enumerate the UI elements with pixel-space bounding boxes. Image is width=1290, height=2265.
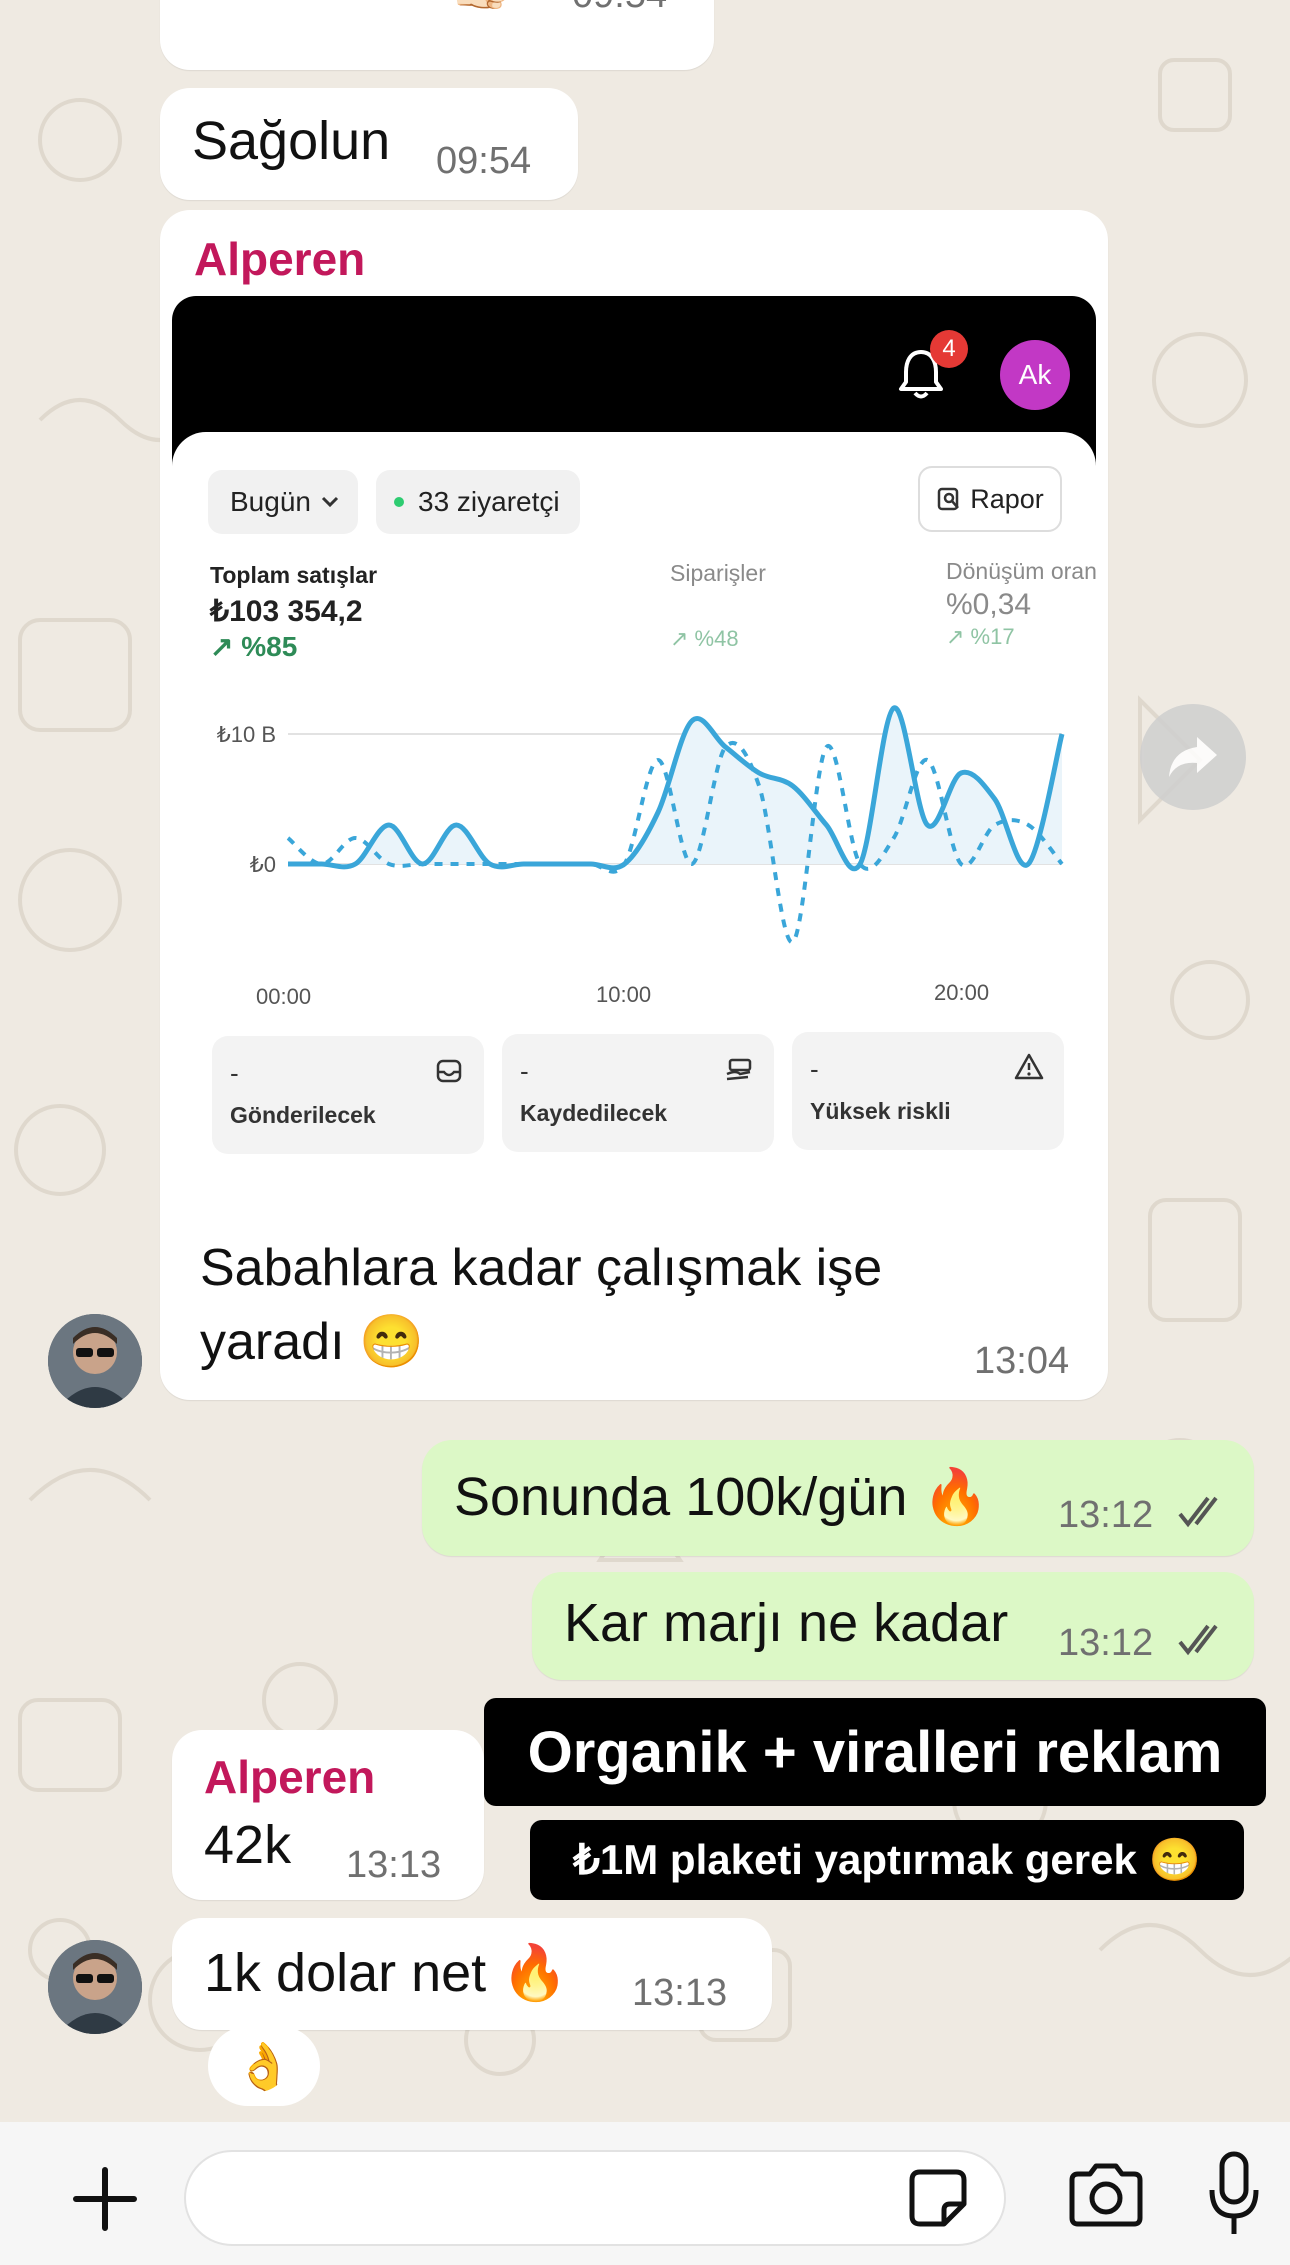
x-tick-label: 00:00 (256, 984, 312, 1009)
x-tick-label: 10:00 (596, 982, 652, 1007)
forward-button[interactable] (1140, 704, 1246, 810)
report-button[interactable]: Rapor (918, 466, 1062, 532)
dashboard-panel: Bugün 33 ziyaretçi Rapor Toplam satışlar… (172, 432, 1096, 1196)
message-time: 13:04 (974, 1340, 1070, 1382)
message-bubble[interactable]: Sağolun 09:54 (160, 88, 578, 200)
message-time: 09:54 (436, 140, 532, 182)
message-input[interactable] (184, 2150, 1006, 2246)
message-text: Sağolun (192, 111, 391, 171)
live-dot-icon (394, 497, 404, 507)
plus-icon[interactable] (70, 2164, 140, 2234)
message-bubble[interactable]: Tamamdır 👍🏻 09:54 (160, 0, 714, 70)
metric-delta: ↗ %17 (946, 624, 1015, 649)
inbox-icon (436, 1059, 462, 1083)
metric-label: Siparişler (670, 560, 766, 586)
sales-line-chart: ₺0 ₺10 B (217, 705, 1065, 945)
camera-icon[interactable] (1066, 2160, 1146, 2230)
metric-delta: ↗ %48 (670, 626, 739, 651)
shared-screenshot[interactable]: 4 Ak Bugün 33 ziyaretçi Rapor Toplam sat… (172, 296, 1096, 1196)
message-time: 09:54 (572, 0, 667, 14)
visitors-count: 33 ziyaretçi (418, 486, 560, 517)
date-filter-label: Bugün (230, 486, 311, 517)
card-value: - (810, 1054, 819, 1084)
read-receipt-icon (1178, 1624, 1218, 1656)
sender-name: Alperen (204, 1751, 376, 1803)
metric-value: ₺103 354,2 (210, 595, 363, 628)
card-label: Gönderilecek (230, 1102, 376, 1128)
story-text-overlay: Organik + viralleri reklam (484, 1698, 1266, 1806)
metric-label: Dönüşüm oranı (946, 558, 1096, 584)
visitors-pill[interactable]: 33 ziyaretçi (376, 470, 580, 534)
card-label: Kaydedilecek (520, 1100, 668, 1126)
reaction-badge[interactable]: 👌 (208, 2026, 320, 2106)
person-photo-icon (48, 1314, 142, 1408)
story-text-overlay: ₺1M plaketi yaptırmak gerek 😁 (530, 1820, 1244, 1900)
metric-delta: ↗ %85 (210, 631, 298, 662)
message-caption-line2: yaradı 😁 (200, 1313, 424, 1371)
warning-icon (1014, 1053, 1044, 1080)
message-text: Tamamdır 👍🏻 (192, 0, 514, 8)
microphone-icon[interactable] (1206, 2150, 1262, 2240)
message-caption-line1: Sabahlara kadar çalışmak işe (200, 1239, 883, 1297)
card-label: Yüksek riskli (810, 1098, 951, 1124)
metric-label: Toplam satışlar (210, 562, 378, 588)
hand-cash-icon (726, 1058, 752, 1081)
to-ship-card[interactable]: - Gönderilecek (212, 1036, 484, 1154)
message-time: 13:13 (632, 1972, 728, 2014)
message-text: 1k dolar net 🔥 (204, 1943, 569, 2003)
report-button-label: Rapor (970, 483, 1044, 514)
to-capture-card[interactable]: - Kaydedilecek (502, 1034, 774, 1152)
y-tick-label: ₺0 (250, 852, 276, 877)
message-time: 13:12 (1058, 1622, 1154, 1664)
card-value: - (520, 1056, 529, 1086)
message-text: 42k (204, 1815, 292, 1875)
chevron-down-icon (321, 496, 339, 508)
person-photo-icon (48, 1940, 142, 2034)
message-time: 13:12 (1058, 1494, 1154, 1536)
outgoing-message-bubble[interactable]: Sonunda 100k/gün 🔥 13:12 (422, 1440, 1254, 1556)
report-icon (937, 487, 960, 511)
message-bubble[interactable]: Alperen 42k 13:13 (172, 1730, 484, 1900)
card-value: - (230, 1058, 239, 1088)
outgoing-message-bubble[interactable]: Kar marjı ne kadar 13:12 (532, 1572, 1254, 1680)
metric-value: %0,34 (946, 588, 1032, 621)
message-bubble[interactable]: 1k dolar net 🔥 13:13 (172, 1918, 772, 2030)
forward-arrow-icon (1169, 737, 1217, 777)
message-time: 13:13 (346, 1844, 442, 1886)
x-tick-label: 20:00 (934, 980, 990, 1005)
contact-avatar[interactable] (48, 1940, 142, 2034)
date-filter-dropdown[interactable]: Bugün (208, 470, 358, 534)
message-input-bar (0, 2122, 1290, 2265)
profile-avatar[interactable]: Ak (1000, 340, 1070, 410)
read-receipt-icon (1178, 1496, 1218, 1528)
message-text: Sonunda 100k/gün 🔥 (454, 1467, 990, 1527)
high-risk-card[interactable]: - Yüksek riskli (792, 1032, 1064, 1150)
message-text: Kar marjı ne kadar (564, 1593, 1009, 1653)
contact-avatar[interactable] (48, 1314, 142, 1408)
notification-badge: 4 (930, 330, 968, 368)
y-tick-label: ₺10 B (217, 722, 276, 747)
sender-name: Alperen (194, 233, 366, 285)
sticker-icon[interactable] (906, 2166, 970, 2230)
